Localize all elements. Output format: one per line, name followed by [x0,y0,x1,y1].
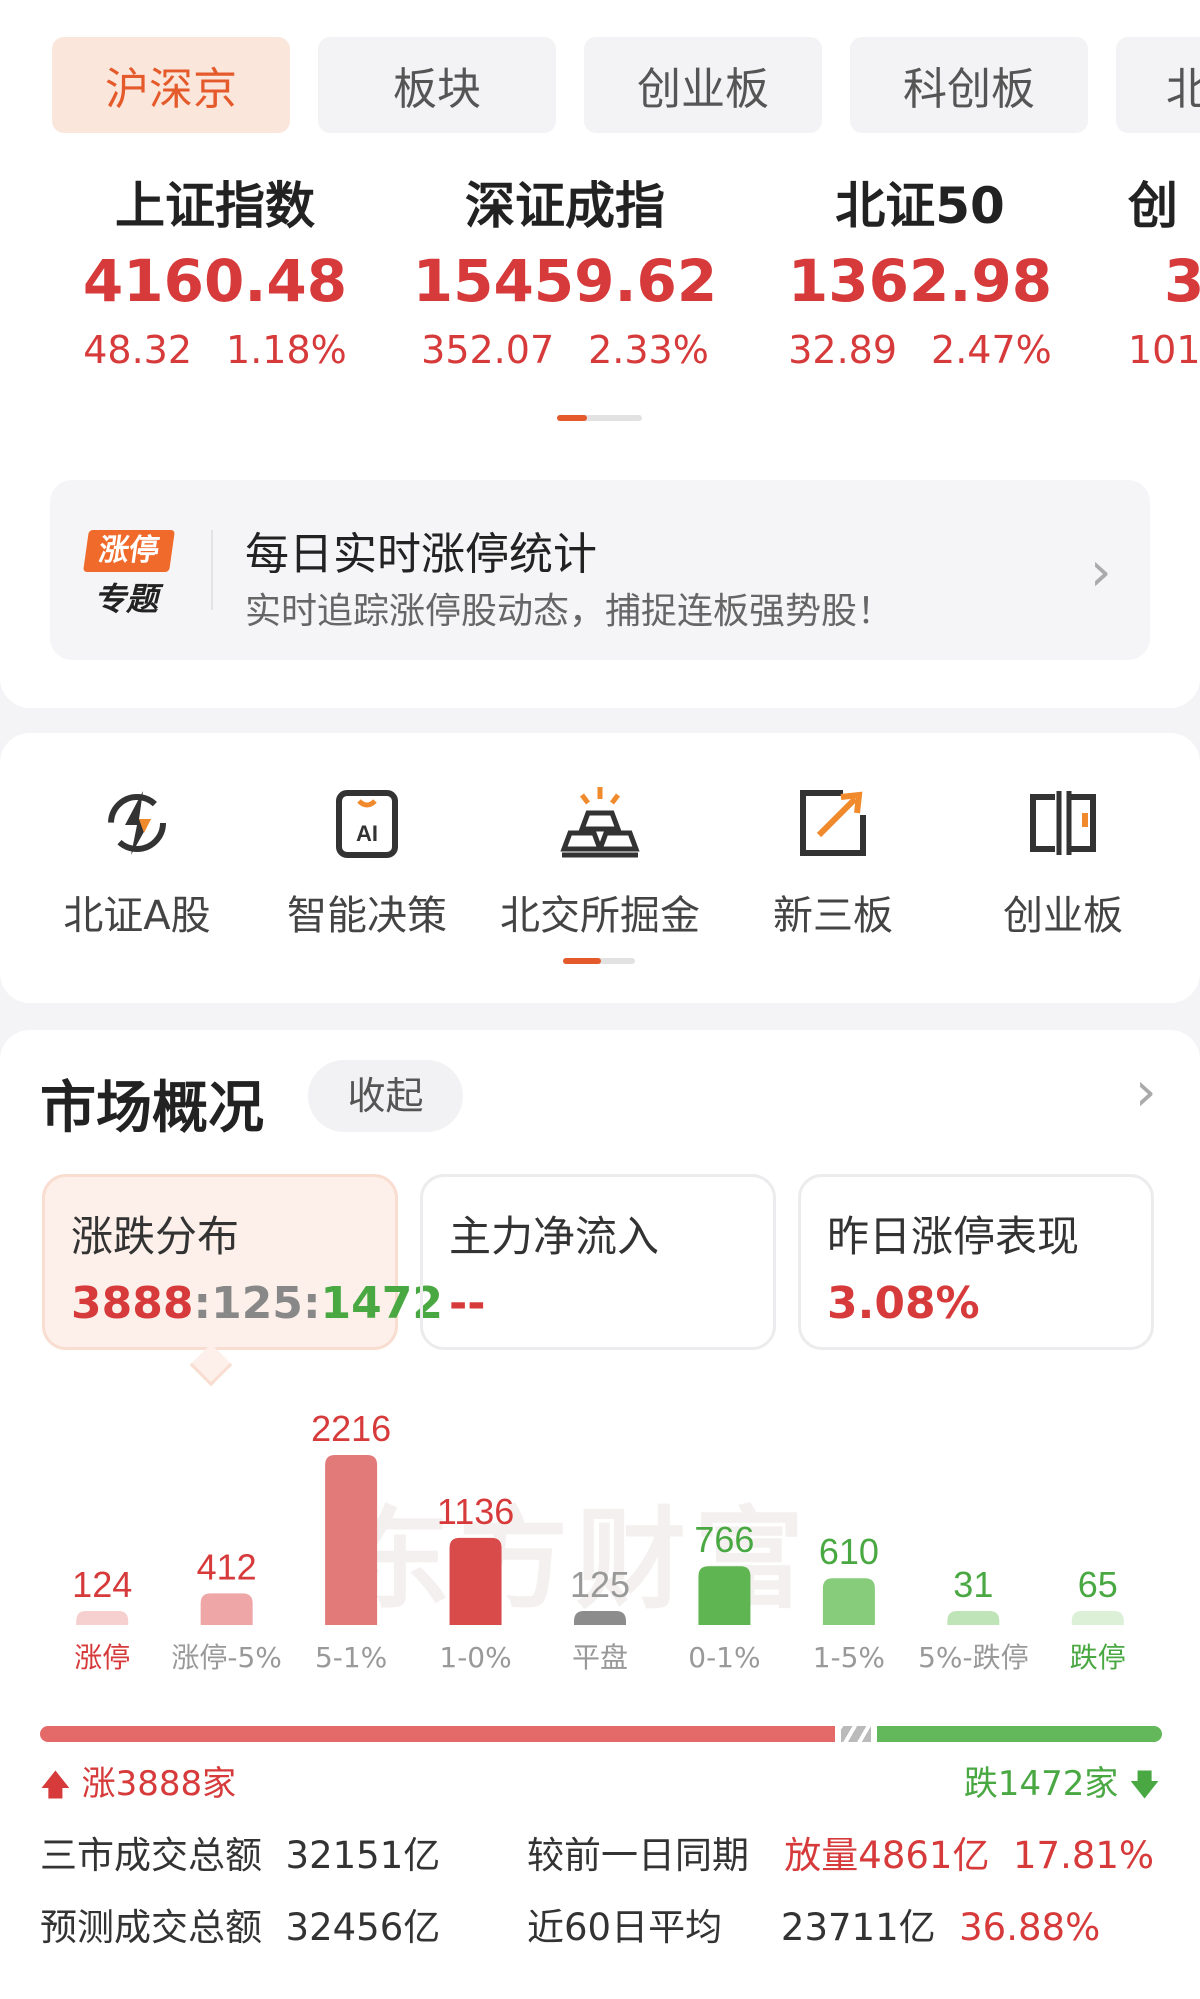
arrow-up-icon: 🡅 [40,1768,71,1803]
bar-value-label: 31 [953,1564,993,1605]
index-value: 15459.62 [412,247,718,315]
category-label: 5-1% [315,1641,387,1670]
rise-fall-ratio-bar [40,1726,1162,1742]
ratio-up-segment [40,1726,836,1742]
down-count: 跌1472家 🡇 [963,1764,1160,1804]
tab-beijing[interactable]: 北 [1116,37,1200,133]
chevron-right-icon[interactable]: › [1135,1060,1157,1123]
divider [211,530,213,610]
distribution-bar-chart: 124 涨停 412 涨停-5% 2216 5-1% 1136 1-0% 125 平盘 766 0-1… [72,1408,1126,1670]
bar-4 [574,1611,626,1625]
index-name: 北证50 [835,177,1005,235]
gold-bars-icon [560,783,640,863]
index-change: 32.89 2.47% [788,328,1052,372]
tab-sector[interactable]: 板块 [318,37,556,133]
bar-value-label: 124 [72,1564,132,1605]
category-label: 跌停 [1070,1641,1126,1670]
category-label: 涨停 [74,1641,130,1670]
up-count: 🡅 涨3888家 [40,1764,237,1804]
bar-value-label: 2216 [311,1408,391,1449]
index-shanghai[interactable]: 上证指数 4160.48 48.32 1.18% [55,170,375,380]
index-value: 1362.98 [787,247,1053,315]
bar-8 [1071,1611,1124,1625]
collapse-button[interactable]: 收起 [308,1060,463,1132]
bar-2 [325,1455,378,1625]
bar-value-label: 766 [694,1519,754,1560]
forecast-row: 预测成交总额 32456亿 [40,1906,441,1949]
svg-text:AI: AI [356,821,378,846]
bar-value-label: 610 [819,1531,879,1572]
bar-value-label: 412 [197,1546,257,1587]
ratio-down-segment [877,1726,1162,1742]
arrow-down-icon: 🡇 [1129,1768,1160,1803]
banner-subtitle: 实时追踪涨停股动态，捕捉连板强势股！ [245,591,894,632]
shortcut-bse-gold[interactable]: 北交所掘金 [485,783,715,941]
shortcut-chinext[interactable]: 创业板 [948,783,1178,941]
avg60-row: 近60日平均 23711亿 36.88% [527,1906,1101,1949]
tab-hushenjing[interactable]: 沪深京 [52,37,290,133]
stat-main-net-inflow[interactable]: 主力净流入 -- [420,1174,776,1350]
bar-0 [76,1611,129,1625]
bar-5 [698,1566,751,1625]
market-tabs: 沪深京 板块 创业板 科创板 北 [52,37,1200,133]
index-name: 深证成指 [465,177,665,235]
index-change: 352.07 2.33% [421,328,709,372]
shortcut-ai-decision[interactable]: AI 智能决策 [252,783,482,941]
bar-6 [822,1578,875,1625]
page-indicator [557,415,642,421]
index-name: 创 [1128,177,1178,235]
limit-up-banner[interactable]: 涨停 专题 每日实时涨停统计 实时追踪涨停股动态，捕捉连板强势股！ › [50,480,1150,660]
index-value: 4160.48 [82,247,348,315]
trend-arrow-icon [793,783,873,863]
ratio-flat-segment [841,1726,872,1742]
category-label: 平盘 [572,1641,628,1670]
category-label: 1-5% [813,1641,885,1670]
bracket-icon [1023,783,1103,863]
tab-star-market[interactable]: 科创板 [850,37,1088,133]
bar-value-label: 125 [570,1564,630,1605]
shortcut-card: 北证A股 AI 智能决策 北交所掘金 新三板 创业板 [0,733,1200,1003]
category-label: 0-1% [688,1641,760,1670]
category-label: 涨停-5% [171,1641,282,1670]
bar-3 [449,1537,502,1625]
section-title: 市场概况 [40,1076,264,1141]
index-partial[interactable]: 创 37 101 [1128,170,1200,380]
stat-yesterday-limit-up[interactable]: 昨日涨停表现 3.08% [798,1174,1154,1350]
index-change: 101 [1128,328,1200,372]
stat-rise-fall-distribution[interactable]: 涨跌分布 3888:125:1472 [42,1174,444,1350]
bar-1 [200,1593,253,1625]
index-quotes: 上证指数 4160.48 48.32 1.18% 深证成指 15459.62 35… [0,170,1200,390]
index-change: 48.32 1.18% [83,328,347,372]
index-value: 37 [1164,247,1200,315]
index-card: 沪深京 板块 创业板 科创板 北 上证指数 4160.48 48.32 1.18%… [0,0,1200,708]
bolt-icon [97,783,177,863]
ai-icon: AI [327,783,407,863]
category-label: 1-0% [439,1641,511,1670]
bar-value-label: 65 [1078,1564,1118,1605]
banner-title: 每日实时涨停统计 [245,529,597,580]
shortcut-neeq[interactable]: 新三板 [718,783,948,941]
category-label: 5%-跌停 [918,1641,1029,1670]
bar-7 [947,1611,1000,1625]
tab-chinext[interactable]: 创业板 [584,37,822,133]
page-indicator [563,958,635,964]
compare-row: 较前一日同期 放量4861亿 17.81% [527,1834,1155,1877]
index-shenzhen[interactable]: 深证成指 15459.62 352.07 2.33% [405,170,725,380]
rise-fall-ratio: 3888:125:1472 [71,1278,444,1329]
chevron-right-icon: › [1090,540,1112,603]
limit-up-logo: 涨停 专题 [83,530,186,620]
index-name: 上证指数 [115,177,315,235]
index-bse50[interactable]: 北证50 1362.98 32.89 2.47% [760,170,1080,380]
turnover-row: 三市成交总额 32151亿 [40,1834,441,1877]
shortcut-bse-a[interactable]: 北证A股 [22,783,252,941]
bar-value-label: 1136 [437,1491,514,1532]
